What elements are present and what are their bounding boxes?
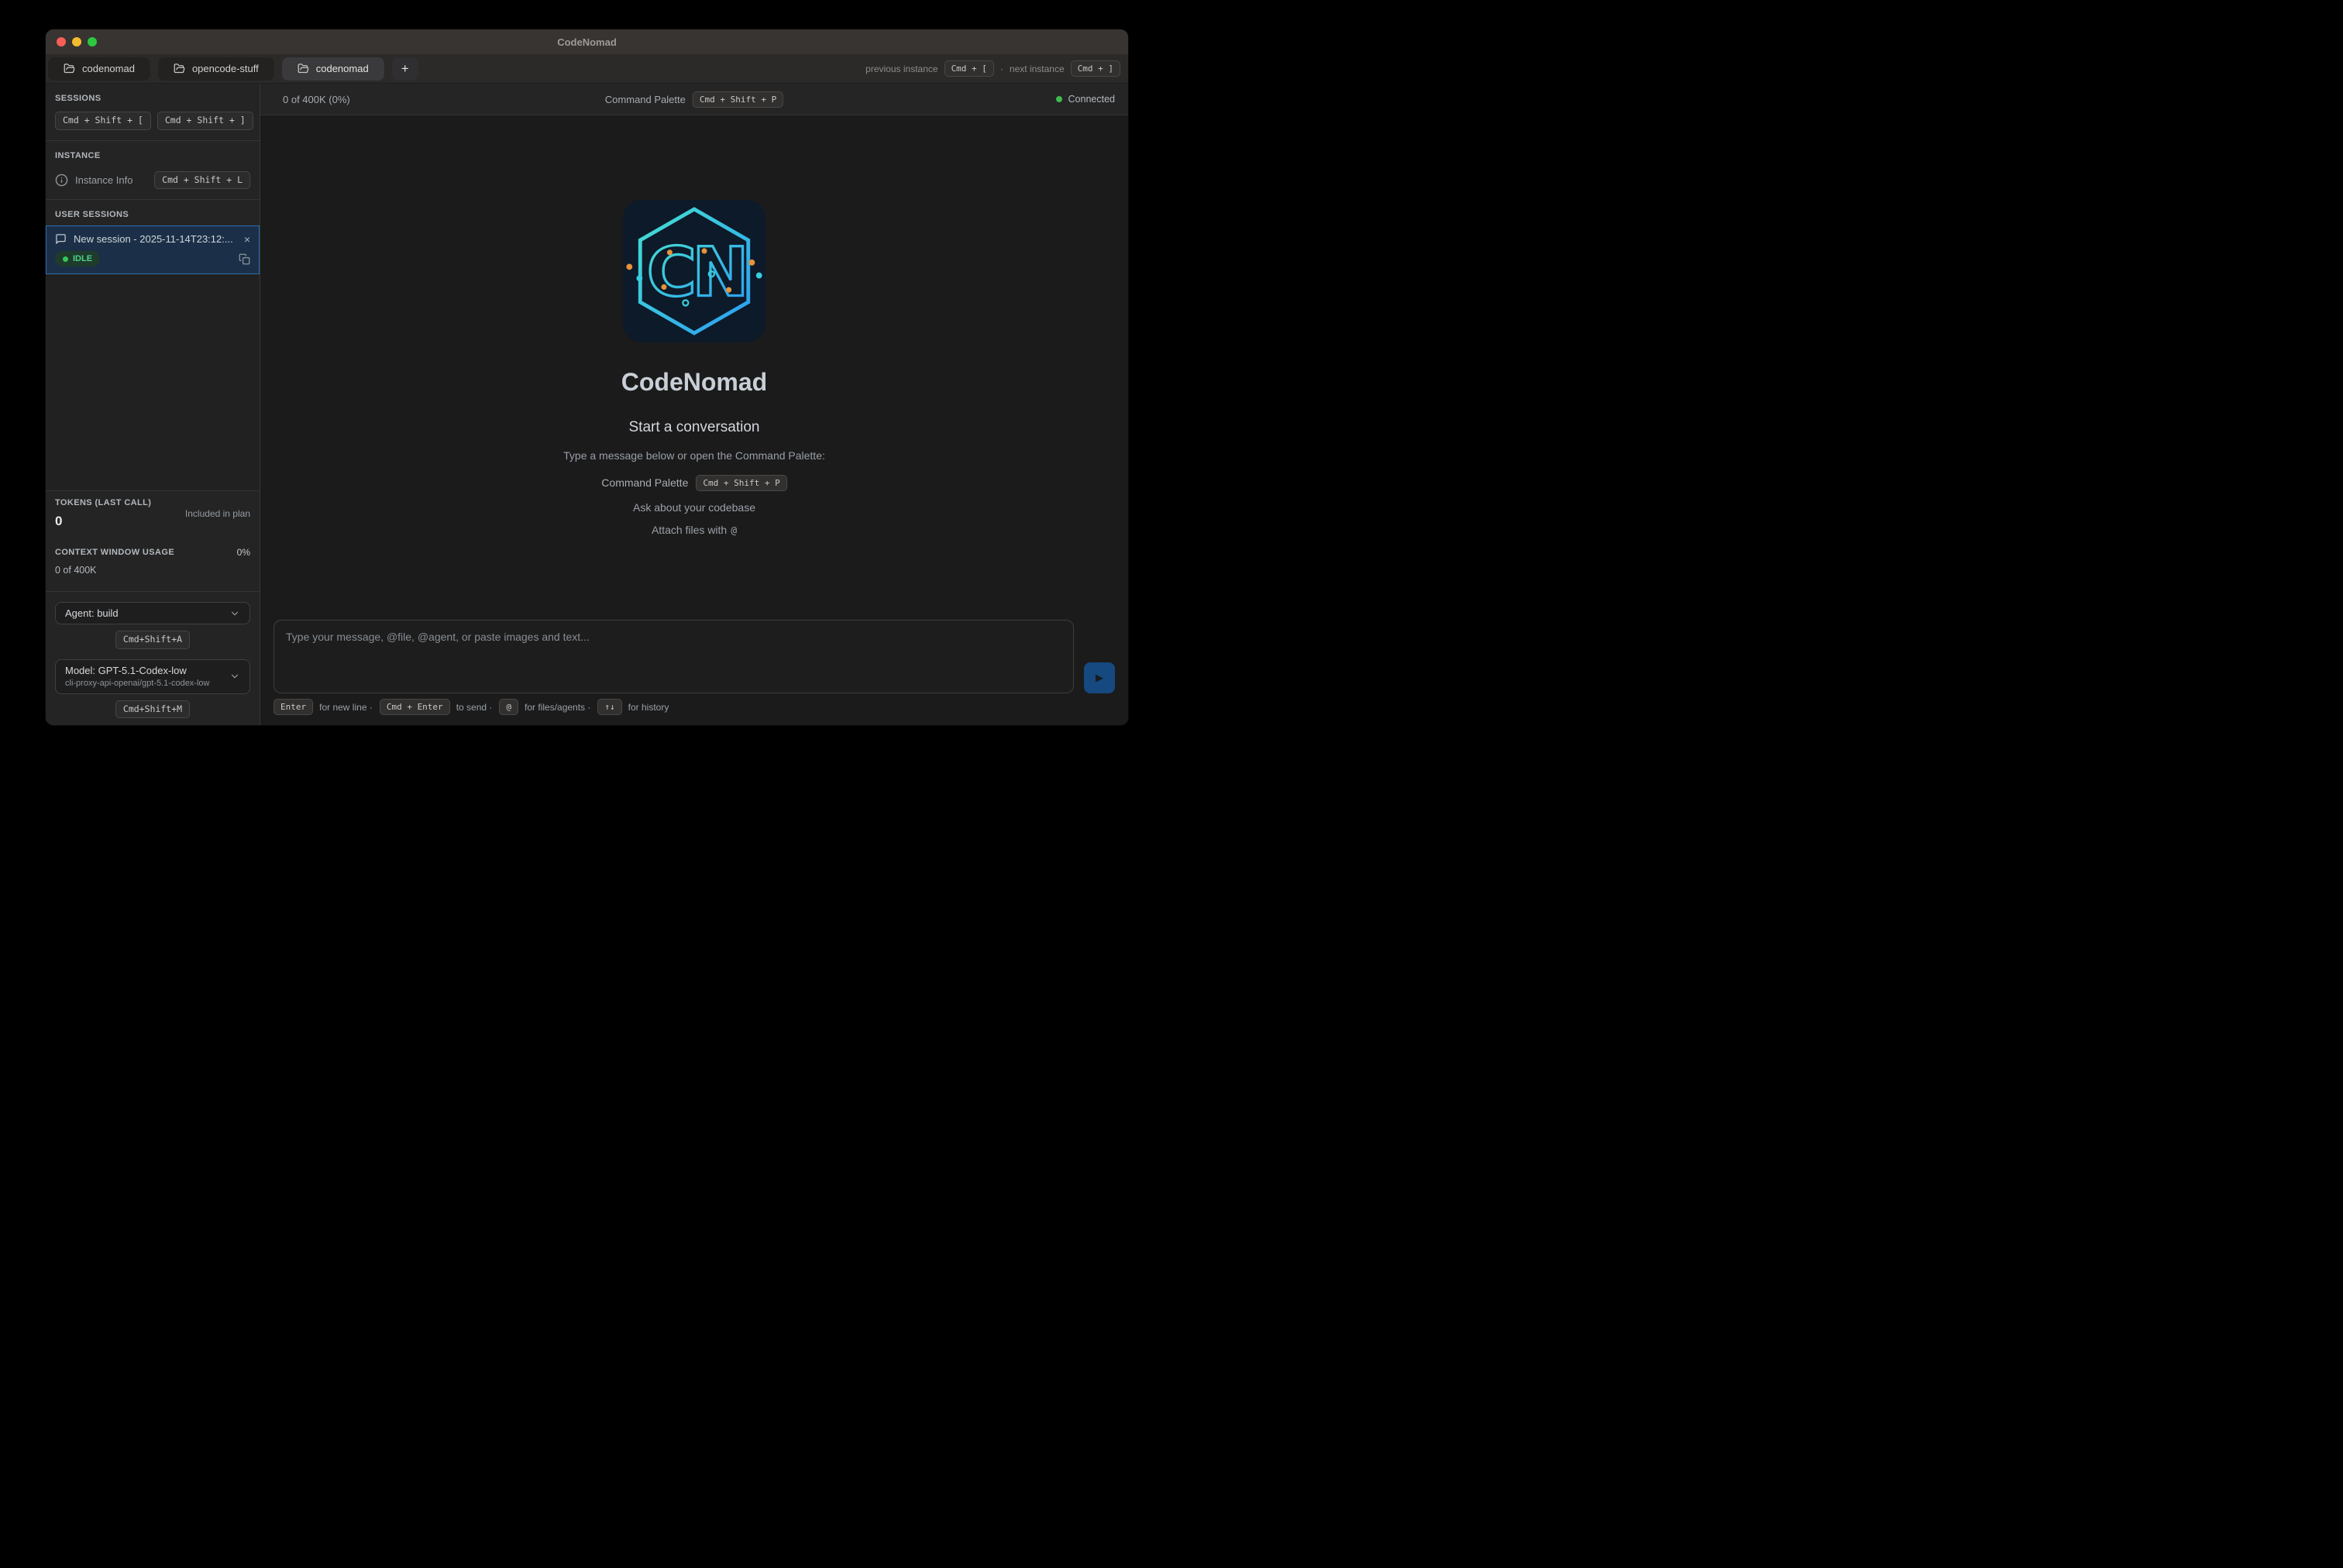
tokens-header: TOKENS (LAST CALL): [55, 498, 185, 507]
previous-instance-label: previous instance: [865, 64, 938, 74]
enter-kbd: Enter: [274, 699, 313, 715]
previous-instance-kbd: Cmd + [: [944, 60, 994, 77]
tokens-plan-note: Included in plan: [185, 508, 250, 519]
palette-tip-kbd: Cmd + Shift + P: [696, 475, 786, 491]
instance-info-label: Instance Info: [75, 174, 132, 186]
instance-section: INSTANCE Instance Info Cmd + Shift + L: [46, 141, 260, 200]
hint-text: to send ·: [456, 702, 493, 713]
info-icon: [55, 174, 68, 187]
session-status-badge: IDLE: [55, 251, 100, 266]
main-panel: 0 of 400K (0%) Command Palette Cmd + Shi…: [260, 84, 1128, 725]
send-button[interactable]: ▶: [1084, 662, 1115, 693]
window-title: CodeNomad: [557, 36, 617, 48]
app-window: CodeNomad codenomad opencode-stuff cod: [46, 29, 1128, 725]
sessions-header: SESSIONS: [55, 94, 250, 103]
tip-attach-text: Attach files with: [652, 524, 727, 536]
folder-open-icon: [298, 63, 309, 74]
next-instance-kbd: Cmd + ]: [1071, 60, 1120, 77]
close-session-icon[interactable]: ×: [244, 234, 250, 245]
arrows-kbd: ↑↓: [597, 699, 621, 715]
tokens-section: TOKENS (LAST CALL) 0 Included in plan CO…: [46, 491, 260, 591]
hint-text: for history: [628, 702, 669, 713]
logo-monogram: CN: [647, 232, 745, 311]
hint-separator: ·: [1000, 64, 1003, 74]
agent-model-section: Agent: build Cmd+Shift+A Model: GPT-5.1-…: [46, 592, 260, 725]
command-palette-kbd: Cmd + Shift + P: [693, 91, 783, 108]
chat-bubble-icon: [55, 233, 67, 245]
message-input[interactable]: [274, 621, 1073, 693]
prev-session-kbd: Cmd + Shift + [: [55, 112, 151, 130]
status-label: IDLE: [73, 254, 92, 263]
close-window-button[interactable]: [57, 37, 66, 46]
sidebar: SESSIONS Cmd + Shift + [ Cmd + Shift + ]…: [46, 84, 260, 725]
chevron-down-icon: [229, 608, 240, 619]
instance-header: INSTANCE: [55, 151, 250, 160]
desktop-background: CodeNomad codenomad opencode-stuff cod: [0, 0, 1172, 784]
session-list-item-selected[interactable]: New session - 2025-11-14T23:12:... × IDL…: [46, 225, 260, 274]
connected-dot-icon: [1056, 96, 1062, 102]
model-select-value: Model: GPT-5.1-Codex-low: [65, 665, 229, 676]
tip-attach: Attach files with @: [652, 524, 737, 537]
context-usage-header: CONTEXT WINDOW USAGE: [55, 548, 174, 557]
tab-label: opencode-stuff: [192, 63, 259, 74]
tab-label: codenomad: [316, 63, 369, 74]
context-usage-percent: 0%: [237, 547, 250, 558]
session-list-empty-area: [46, 274, 260, 490]
send-icon: ▶: [1096, 672, 1103, 684]
next-session-kbd: Cmd + Shift + ]: [157, 112, 253, 130]
hint-text: for files/agents ·: [525, 702, 590, 713]
app-name: CodeNomad: [621, 368, 767, 397]
agent-select-value: Agent: build: [65, 607, 229, 619]
model-select[interactable]: Model: GPT-5.1-Codex-low cli-proxy-api-o…: [55, 659, 250, 694]
instance-switch-hints: previous instance Cmd + [ · next instanc…: [865, 60, 1120, 77]
at-symbol: @: [731, 525, 737, 537]
hint-text: for new line ·: [319, 702, 373, 713]
user-sessions-header: USER SESSIONS: [55, 210, 250, 219]
palette-tip-label: Command Palette: [601, 476, 688, 489]
empty-state: CN CodeNomad Start a conversation: [260, 115, 1128, 620]
model-select-sub: cli-proxy-api-openai/gpt-5.1-codex-low: [65, 679, 229, 688]
main-header: 0 of 400K (0%) Command Palette Cmd + Shi…: [260, 84, 1128, 115]
model-select-kbd: Cmd+Shift+M: [115, 700, 190, 719]
message-input-container: [274, 620, 1074, 693]
start-conversation-heading: Start a conversation: [629, 419, 760, 436]
session-title: New session - 2025-11-14T23:12:...: [74, 233, 237, 245]
zoom-window-button[interactable]: [88, 37, 97, 46]
start-conversation-subtext: Type a message below or open the Command…: [563, 449, 825, 462]
instance-info-row[interactable]: Instance Info Cmd + Shift + L: [55, 171, 250, 190]
tokens-value: 0: [55, 514, 185, 529]
sessions-section: SESSIONS Cmd + Shift + [ Cmd + Shift + ]: [46, 84, 260, 140]
at-kbd: @: [499, 699, 518, 715]
chevron-down-icon: [229, 671, 240, 682]
command-palette-label[interactable]: Command Palette: [605, 94, 686, 105]
agent-select[interactable]: Agent: build: [55, 602, 250, 624]
tab-codenomad-2-active[interactable]: codenomad: [282, 57, 384, 81]
composer: ▶: [260, 620, 1128, 693]
next-instance-label: next instance: [1010, 64, 1065, 74]
folder-open-icon: [174, 63, 185, 74]
tab-label: codenomad: [82, 63, 135, 74]
composer-hint-bar: Enter for new line · Cmd + Enter to send…: [260, 693, 1128, 725]
context-usage-indicator: 0 of 400K (0%): [283, 94, 350, 105]
tab-opencode-stuff[interactable]: opencode-stuff: [158, 57, 274, 81]
minimize-window-button[interactable]: [72, 37, 81, 46]
tab-codenomad-1[interactable]: codenomad: [48, 57, 150, 81]
instance-info-kbd: Cmd + Shift + L: [154, 171, 250, 190]
new-tab-button[interactable]: +: [392, 57, 418, 81]
connection-status: Connected: [1068, 94, 1115, 105]
user-sessions-section: USER SESSIONS: [46, 200, 260, 225]
context-usage-detail: 0 of 400K: [55, 565, 250, 576]
cmd-enter-kbd: Cmd + Enter: [380, 699, 450, 715]
traffic-lights: [57, 29, 97, 54]
title-bar: CodeNomad: [46, 29, 1128, 54]
instance-tab-bar: codenomad opencode-stuff codenomad + pre…: [46, 54, 1128, 84]
tip-codebase: Ask about your codebase: [633, 501, 755, 514]
copy-session-icon[interactable]: [239, 253, 250, 265]
folder-open-icon: [64, 63, 75, 74]
codenomad-logo: CN: [622, 199, 766, 343]
agent-select-kbd: Cmd+Shift+A: [115, 631, 190, 649]
status-dot-icon: [63, 256, 68, 262]
